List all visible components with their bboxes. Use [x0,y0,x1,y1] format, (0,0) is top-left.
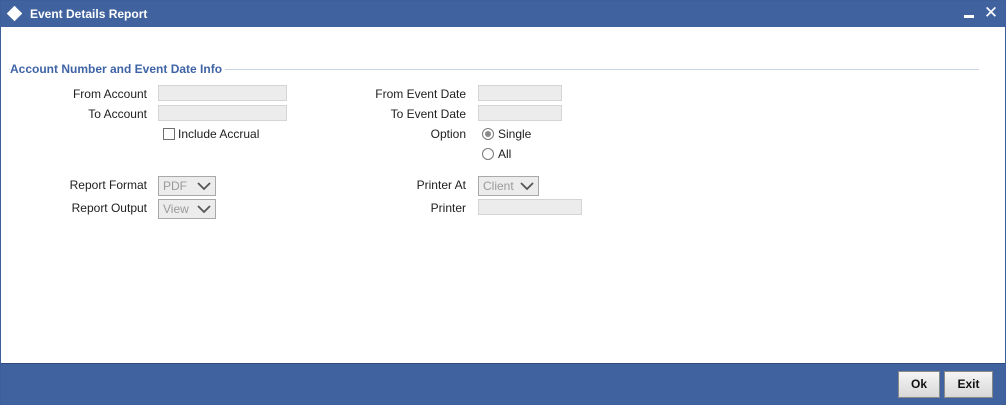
report-format-label: Report Format [69,178,147,192]
footer-bar: Ok Exit [1,363,1005,404]
chevron-down-icon [197,205,211,214]
printer-at-value: Client [483,179,514,193]
to-account-input[interactable] [158,105,287,121]
from-event-date-label: From Event Date [375,87,466,101]
printer-label: Printer [430,201,466,215]
include-accrual-label: Include Accrual [178,127,260,141]
printer-at-label: Printer At [416,178,466,192]
option-all-radio[interactable] [482,148,494,160]
option-label: Option [430,127,466,141]
from-account-label: From Account [72,87,147,101]
to-event-date-label: To Event Date [390,107,466,121]
printer-input[interactable] [478,199,582,215]
to-event-date-input[interactable] [478,105,562,121]
close-icon[interactable]: ✕ [981,2,1001,24]
option-single-label: Single [498,127,532,141]
ok-button[interactable]: Ok [898,371,940,398]
diamond-icon [6,5,23,22]
chevron-down-icon [197,182,211,191]
exit-button[interactable]: Exit [944,371,993,398]
printer-at-select[interactable]: Client [478,176,539,196]
title-bar: Event Details Report ✕ [1,1,1005,27]
chevron-down-icon [520,182,534,191]
section-title: Account Number and Event Date Info [10,62,226,76]
to-account-label: To Account [88,107,147,121]
include-accrual-checkbox[interactable] [163,128,175,140]
radio-selected-dot [485,131,491,137]
from-event-date-input[interactable] [478,85,562,101]
window-title: Event Details Report [30,7,148,21]
report-format-select[interactable]: PDF [158,176,216,196]
report-output-select[interactable]: View [158,199,216,219]
event-details-report-window: Event Details Report ✕ Account Number an… [0,0,1006,405]
report-output-value: View [163,202,189,216]
option-all-label: All [498,147,512,161]
minimize-icon[interactable] [964,15,974,18]
report-output-label: Report Output [71,201,147,215]
from-account-input[interactable] [158,85,287,101]
report-format-value: PDF [163,179,187,193]
option-single-radio[interactable] [482,128,494,140]
